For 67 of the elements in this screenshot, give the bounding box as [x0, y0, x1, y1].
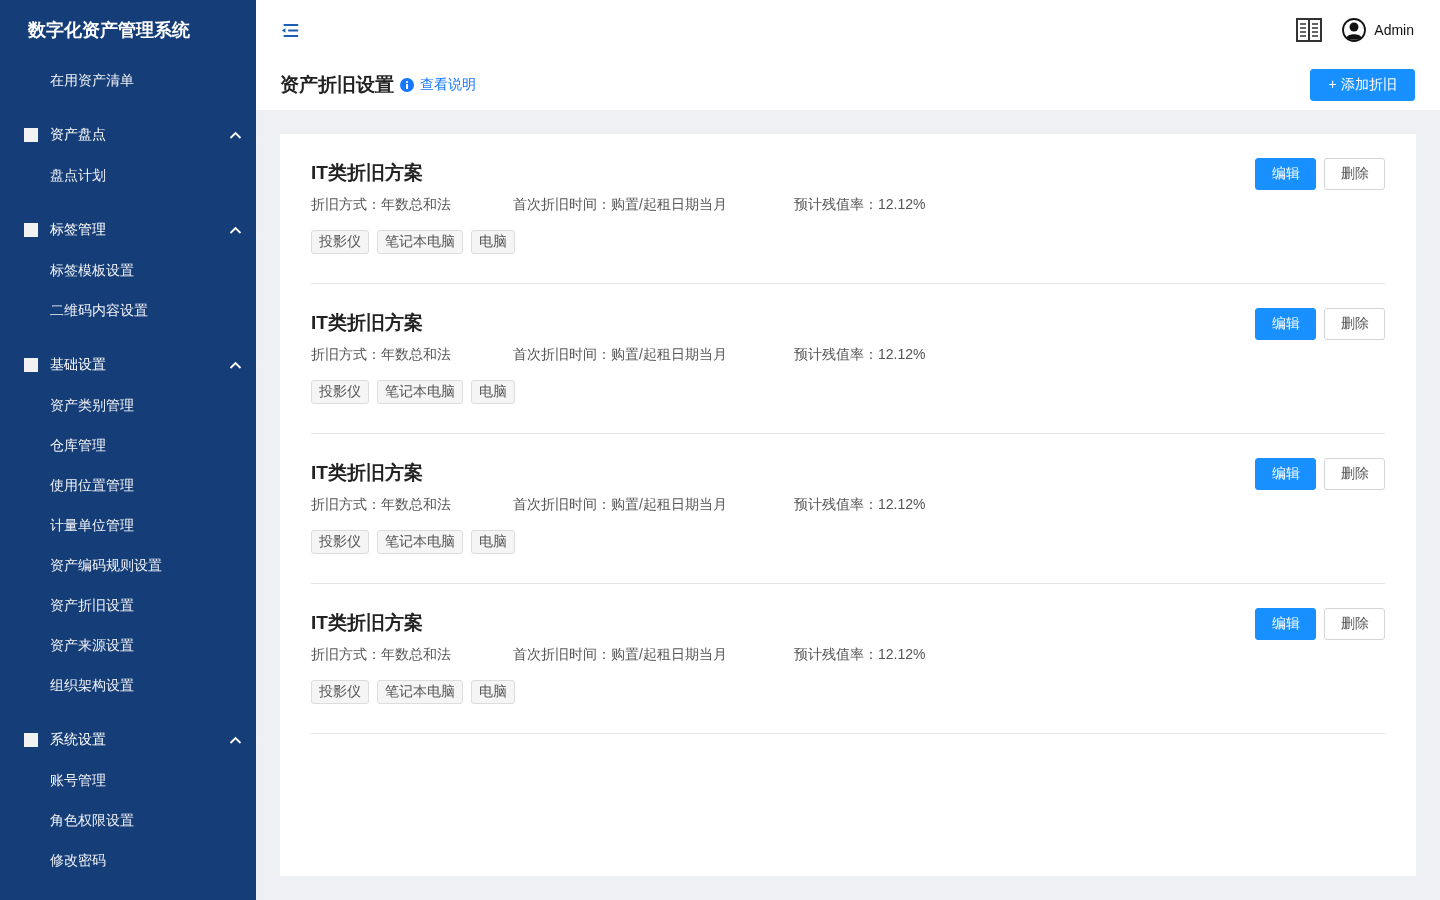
- tag: 笔记本电脑: [377, 380, 463, 404]
- delete-button[interactable]: 删除: [1324, 608, 1385, 640]
- square-icon: [24, 358, 38, 372]
- app-title: 数字化资产管理系统: [27, 19, 191, 42]
- user-name[interactable]: Admin: [1374, 22, 1414, 38]
- square-icon: [24, 223, 38, 237]
- delete-button[interactable]: 删除: [1324, 308, 1385, 340]
- scheme-title: IT类折旧方案: [311, 611, 424, 635]
- delete-button[interactable]: 删除: [1324, 458, 1385, 490]
- sidebar-group[interactable]: 资产盘点: [0, 115, 256, 155]
- chevron-up-icon: [229, 225, 242, 235]
- book-icon[interactable]: [1296, 18, 1323, 42]
- scheme-title: IT类折旧方案: [311, 311, 424, 335]
- delete-button[interactable]: 删除: [1324, 158, 1385, 190]
- tag: 投影仪: [311, 230, 369, 254]
- menu-icon[interactable]: [280, 22, 300, 38]
- sidebar-item[interactable]: 角色权限设置: [0, 800, 134, 840]
- detail-text: 首次折旧时间：购置/起租日期当月: [513, 196, 728, 214]
- sidebar-item[interactable]: 在用资产清单: [0, 60, 134, 100]
- detail-text: 预计残值率：12.12%: [794, 346, 926, 364]
- detail-text: 折旧方式：年数总和法: [311, 646, 452, 664]
- sidebar-item[interactable]: 计量单位管理: [0, 505, 134, 545]
- sidebar-item[interactable]: 资产折旧设置: [0, 585, 134, 625]
- chevron-up-icon: [229, 360, 242, 370]
- tag: 笔记本电脑: [377, 680, 463, 704]
- detail-text: 首次折旧时间：购置/起租日期当月: [513, 346, 728, 364]
- tag: 电脑: [471, 380, 515, 404]
- tag: 投影仪: [311, 380, 369, 404]
- sidebar-item[interactable]: 组织架构设置: [0, 665, 134, 705]
- sidebar-item[interactable]: 账号管理: [0, 760, 106, 800]
- tag: 笔记本电脑: [377, 530, 463, 554]
- sidebar-item[interactable]: 标签模板设置: [0, 250, 134, 290]
- page-title: 资产折旧设置: [280, 73, 394, 97]
- tag: 投影仪: [311, 530, 369, 554]
- detail-text: 折旧方式：年数总和法: [311, 496, 452, 514]
- detail-text: 预计残值率：12.12%: [794, 496, 926, 514]
- sidebar-item[interactable]: 资产类别管理: [0, 385, 134, 425]
- sidebar-item[interactable]: 仓库管理: [0, 425, 106, 465]
- sidebar-item[interactable]: 资产来源设置: [0, 625, 134, 665]
- detail-text: 首次折旧时间：购置/起租日期当月: [513, 646, 728, 664]
- sidebar-group[interactable]: 基础设置: [0, 345, 256, 385]
- tag: 投影仪: [311, 680, 369, 704]
- chevron-up-icon: [229, 735, 242, 745]
- sidebar-item[interactable]: 使用位置管理: [0, 465, 134, 505]
- chevron-up-icon: [229, 130, 242, 140]
- square-icon: [24, 128, 38, 142]
- sidebar-item[interactable]: 修改密码: [0, 840, 106, 880]
- scheme-title: IT类折旧方案: [311, 161, 424, 185]
- info-icon: [400, 78, 414, 92]
- tag: 电脑: [471, 230, 515, 254]
- detail-text: 折旧方式：年数总和法: [311, 196, 452, 214]
- detail-text: 首次折旧时间：购置/起租日期当月: [513, 496, 728, 514]
- scheme-title: IT类折旧方案: [311, 461, 424, 485]
- detail-text: 预计残值率：12.12%: [794, 196, 926, 214]
- square-icon: [24, 733, 38, 747]
- tag: 电脑: [471, 530, 515, 554]
- tag: 电脑: [471, 680, 515, 704]
- sidebar-group[interactable]: 系统设置: [0, 720, 256, 760]
- avatar-icon[interactable]: [1342, 18, 1367, 42]
- sidebar-item[interactable]: 盘点计划: [0, 155, 106, 195]
- tag: 笔记本电脑: [377, 230, 463, 254]
- sidebar-group[interactable]: 标签管理: [0, 210, 256, 250]
- sidebar-item[interactable]: 二维码内容设置: [0, 290, 148, 330]
- help-link[interactable]: 查看说明: [420, 76, 476, 94]
- detail-text: 折旧方式：年数总和法: [311, 346, 452, 364]
- sidebar-item[interactable]: 资产编码规则设置: [0, 545, 162, 585]
- detail-text: 预计残值率：12.12%: [794, 646, 926, 664]
